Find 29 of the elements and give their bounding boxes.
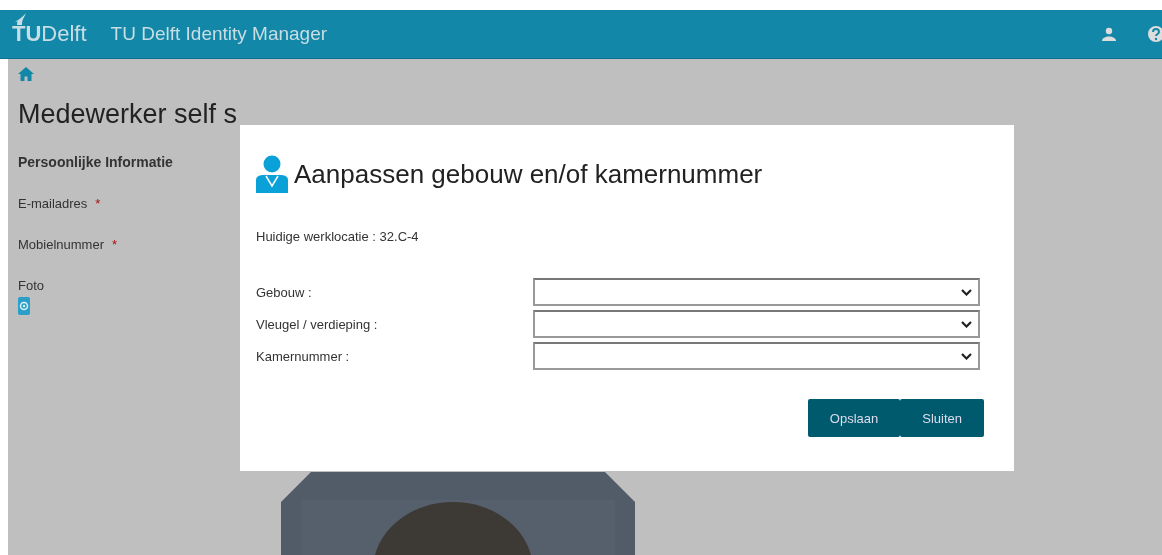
- field-label: Kamernummer :: [256, 348, 351, 364]
- dialog-button[interactable]: Sluiten: [900, 399, 984, 437]
- dialog-button[interactable]: Opslaan: [807, 399, 901, 437]
- field-label: Vleugel / verdieping :: [256, 316, 379, 332]
- logo-mark: TU: [12, 21, 42, 47]
- dropdown[interactable]: [533, 278, 980, 306]
- upload-photo-icon[interactable]: [18, 297, 30, 315]
- app-title: TU Delft Identity Manager: [110, 23, 328, 45]
- logo-text: Delft: [41, 21, 87, 47]
- field-label: Gebouw :: [256, 284, 313, 300]
- field-label: Foto: [18, 278, 44, 293]
- chevron-down-icon: [961, 352, 972, 360]
- dialog-title: Aanpassen gebouw en/of kamernummer: [294, 158, 763, 190]
- flame-icon: [14, 12, 28, 26]
- dropdown[interactable]: [533, 310, 980, 338]
- chevron-down-icon: [961, 288, 972, 296]
- dropdown[interactable]: [533, 342, 980, 370]
- required-mark: *: [112, 237, 118, 252]
- current-location: Huidige werklocatie : 32.C-4: [256, 229, 420, 244]
- section-heading: Persoonlijke Informatie: [18, 154, 174, 170]
- page-title: Medewerker self s: [18, 99, 239, 130]
- help-icon[interactable]: [1146, 25, 1162, 43]
- chevron-down-icon: [961, 320, 972, 328]
- field-label: Mobielnummer: [18, 237, 104, 252]
- user-icon: [256, 155, 288, 193]
- user-icon[interactable]: [1102, 27, 1116, 41]
- home-icon[interactable]: [18, 67, 34, 81]
- required-mark: *: [95, 196, 101, 211]
- field-label: E-mailadres: [18, 196, 88, 211]
